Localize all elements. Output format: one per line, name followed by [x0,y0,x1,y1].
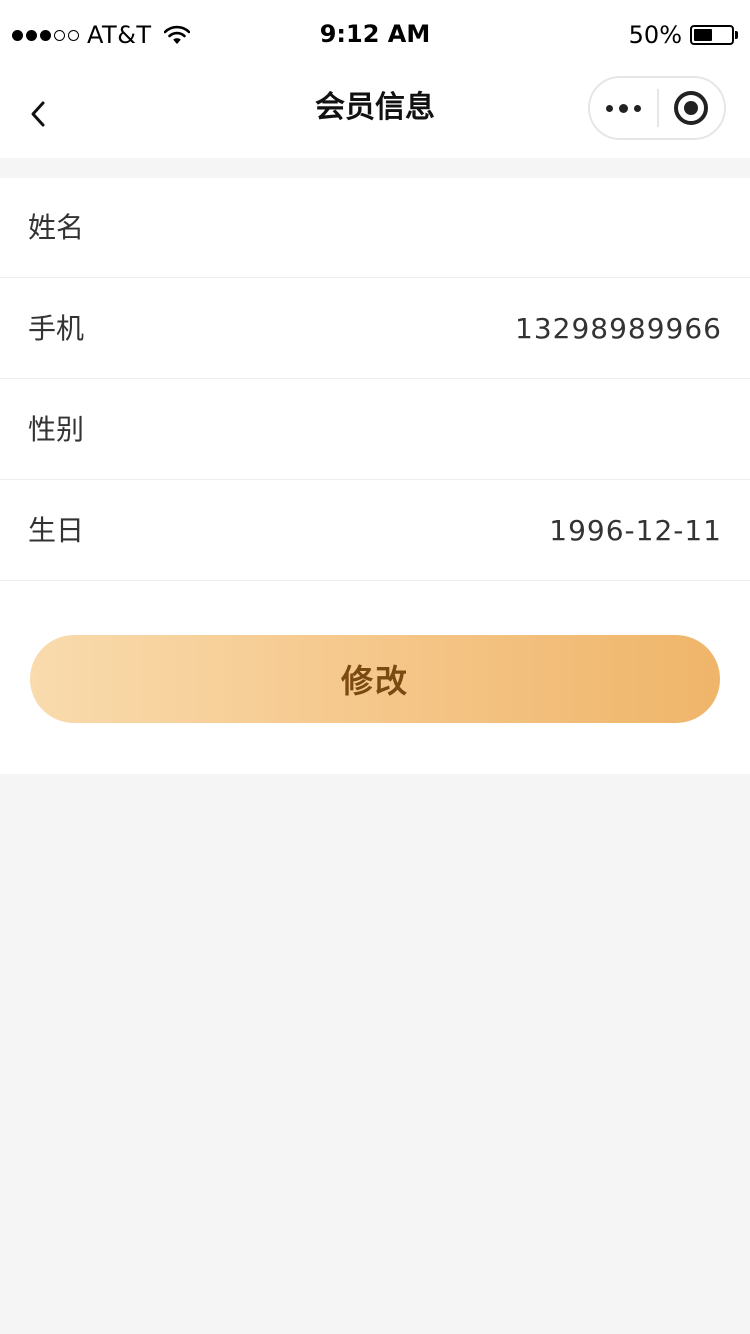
more-dots-icon [619,103,628,113]
birthday-value: 1996-12-11 [549,514,722,547]
status-bar-right: 50% [629,20,738,50]
status-bar: AT&T 9:12 AM 50% [0,0,750,70]
mini-program-capsule [588,76,726,140]
form-row-gender[interactable]: 性别 [0,380,750,480]
form-row-birthday[interactable]: 生日 1996-12-11 [0,481,750,581]
member-info-form: 姓名 手机 13298989966 性别 生日 1996-12-11 修改 [0,178,750,774]
navigation-bar: 会员信息 [0,70,750,158]
target-circle-icon [674,91,709,125]
battery-cap [735,31,738,39]
birthday-label: 生日 [28,514,85,547]
form-row-phone[interactable]: 手机 13298989966 [0,279,750,379]
gender-label: 性别 [28,413,85,446]
phone-label: 手机 [28,312,85,345]
name-label: 姓名 [28,211,85,244]
battery-percentage: 50% [628,21,682,49]
phone-value: 13298989966 [515,312,722,345]
battery-level [694,29,712,41]
more-dots-icon [634,104,641,112]
more-dots-icon [606,104,613,112]
more-button[interactable] [590,78,657,138]
form-row-name[interactable]: 姓名 [0,178,750,278]
close-mini-program-button[interactable] [659,78,724,138]
battery-icon [690,25,734,45]
modify-button[interactable]: 修改 [30,635,720,723]
